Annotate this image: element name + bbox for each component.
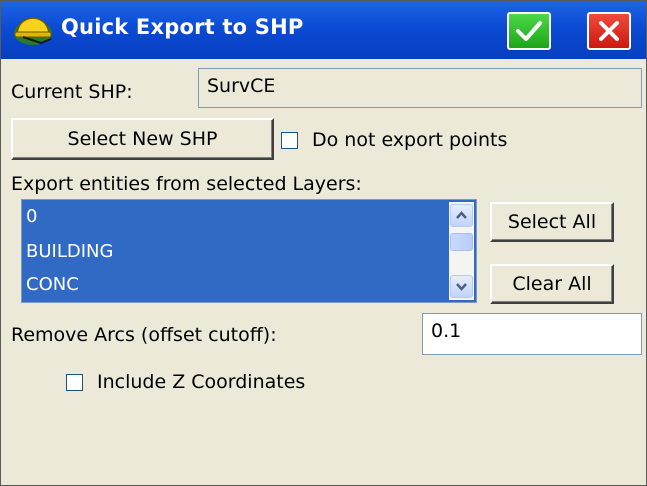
remove-arcs-input[interactable]: 0.1 — [422, 313, 642, 355]
layers-label: Export entities from selected Layers: — [11, 173, 362, 195]
surveyor-helmet-icon — [14, 17, 52, 45]
scroll-down-button[interactable] — [450, 275, 473, 298]
current-shp-field: SurvCE — [198, 68, 642, 108]
scroll-up-button[interactable] — [450, 204, 473, 227]
close-button[interactable] — [587, 12, 631, 50]
do-not-export-points-checkbox[interactable] — [281, 132, 298, 149]
select-new-shp-button[interactable]: Select New SHP — [11, 118, 274, 160]
title-bar: Quick Export to SHP — [1, 1, 646, 59]
window-title: Quick Export to SHP — [61, 15, 304, 39]
include-z-checkbox[interactable] — [66, 374, 83, 391]
ok-button[interactable] — [507, 12, 551, 50]
close-icon — [599, 21, 619, 41]
select-all-button[interactable]: Select All — [490, 202, 614, 242]
scroll-thumb[interactable] — [450, 233, 473, 251]
checkmark-icon — [516, 21, 542, 41]
layers-listbox[interactable]: 0 BUILDING CONC — [21, 199, 477, 303]
layer-item-conc[interactable]: CONC — [26, 274, 79, 295]
chevron-down-icon — [456, 283, 467, 291]
do-not-export-points-label: Do not export points — [312, 129, 508, 151]
chevron-up-icon — [456, 211, 467, 219]
layer-item-0[interactable]: 0 — [26, 206, 37, 227]
current-shp-label: Current SHP: — [11, 81, 133, 103]
quick-export-dialog: Quick Export to SHP Current SHP: SurvCE … — [0, 0, 647, 486]
layer-item-building[interactable]: BUILDING — [26, 241, 113, 262]
layers-scrollbar[interactable] — [449, 202, 474, 300]
clear-all-button[interactable]: Clear All — [490, 264, 614, 304]
include-z-label: Include Z Coordinates — [97, 371, 306, 393]
remove-arcs-label: Remove Arcs (offset cutoff): — [11, 324, 277, 346]
